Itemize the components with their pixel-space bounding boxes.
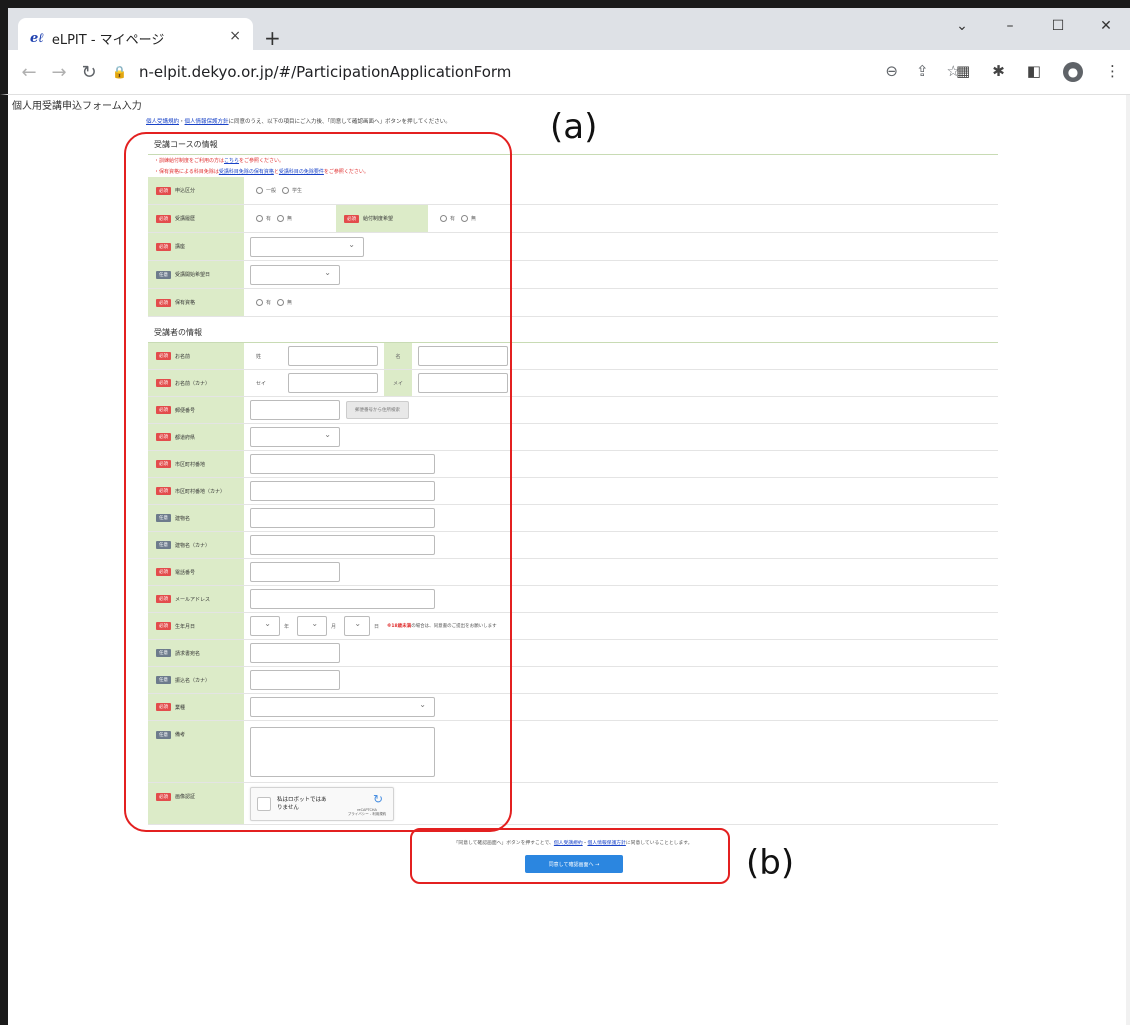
- intro-instruction: に同意のうえ、以下の項目にご入力後、「同意して確認画面へ」ボタンを押してください…: [228, 119, 451, 125]
- side-panel-icon[interactable]: ◧: [1027, 62, 1041, 82]
- page-viewport: 個人用受講申込フォーム入力 個人受講規約・個人情報保護方針に同意のうえ、以下の項…: [0, 94, 1130, 1025]
- omnibox-actions: ⊖ ⇪ ☆: [885, 62, 960, 80]
- terms-link[interactable]: 個人受講規約: [146, 119, 179, 125]
- elpit-favicon-icon: eℓ: [30, 31, 44, 46]
- tab-search-icon[interactable]: ⌄: [938, 18, 986, 34]
- tab-title: eLPIT - マイページ: [51, 32, 165, 48]
- annotation-box-b: [410, 828, 730, 884]
- more-menu-icon[interactable]: ⋮: [1105, 62, 1120, 82]
- back-arrow-icon[interactable]: ←: [14, 62, 44, 83]
- field-area: 有 無: [428, 205, 998, 232]
- url-field[interactable]: 🔒 n-elpit.dekyo.or.jp/#/ParticipationApp…: [112, 57, 982, 87]
- page-title: 個人用受講申込フォーム入力: [12, 101, 142, 112]
- privacy-link[interactable]: 個人情報保護方針: [185, 119, 229, 125]
- new-tab-button[interactable]: +: [264, 26, 281, 50]
- browser-tab-bar: eℓ eLPIT - マイページ × + ⌄ – ☐ ✕: [0, 0, 1130, 58]
- maximize-button[interactable]: ☐: [1034, 18, 1082, 34]
- annotation-box-a: [124, 132, 512, 832]
- reload-icon[interactable]: ↻: [74, 62, 104, 83]
- lock-icon: 🔒: [112, 65, 127, 79]
- qr-extension-icon[interactable]: ▦: [956, 62, 970, 82]
- annotation-label-b: (b): [746, 843, 795, 883]
- zoom-icon[interactable]: ⊖: [885, 62, 898, 80]
- url-text: n-elpit.dekyo.or.jp/#/ParticipationAppli…: [138, 63, 512, 81]
- window-controls: ⌄ – ☐ ✕: [938, 18, 1130, 34]
- profile-avatar-icon[interactable]: ●: [1063, 62, 1083, 82]
- minimize-button[interactable]: –: [986, 18, 1034, 34]
- forward-arrow-icon[interactable]: →: [44, 62, 74, 83]
- close-window-button[interactable]: ✕: [1082, 18, 1130, 34]
- address-bar-row: ← → ↻ 🔒 n-elpit.dekyo.or.jp/#/Participat…: [0, 50, 1130, 94]
- annotation-label-a: (a): [550, 107, 598, 147]
- intro-text: 個人受講規約・個人情報保護方針に同意のうえ、以下の項目にご入力後、「同意して確認…: [146, 117, 451, 125]
- puzzle-extensions-icon[interactable]: ✱: [992, 62, 1005, 82]
- page-scrollbar[interactable]: [1126, 95, 1130, 1025]
- share-icon[interactable]: ⇪: [916, 62, 929, 80]
- tab-close-icon[interactable]: ×: [229, 28, 241, 44]
- toolbar-extensions: ▦ ✱ ◧ ● ⋮: [956, 62, 1120, 82]
